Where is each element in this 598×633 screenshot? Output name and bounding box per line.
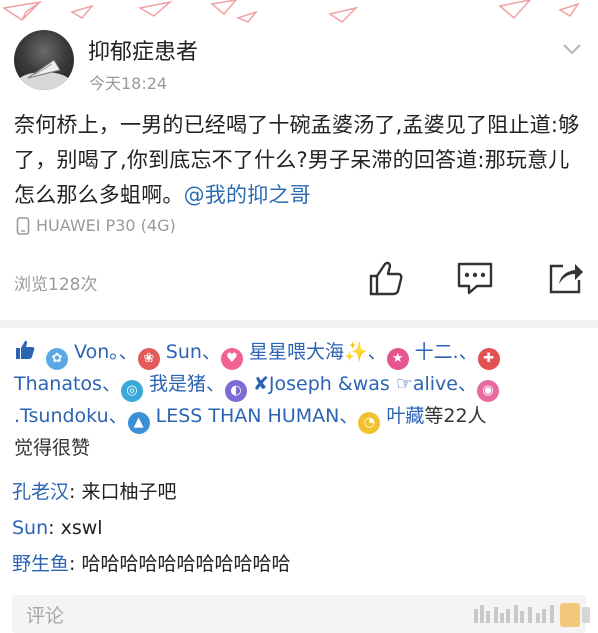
post-content: 奈何桥上，一男的已经喝了十碗孟婆汤了,孟婆见了阻止道:够了，别喝了,你到底忘不了… [14,108,580,213]
section-divider [0,320,598,328]
share-icon[interactable] [545,258,585,298]
separator: 、 [458,341,478,363]
post-timestamp: 今天18:24 [89,74,168,93]
avatar[interactable] [14,30,74,90]
liker-name[interactable]: LESS THAN HUMAN [156,405,340,427]
like-count[interactable]: 等22人 [424,405,486,427]
liker-item[interactable]: ✿ Von。 [46,341,119,370]
comment-author[interactable]: 野生鱼 [12,553,69,575]
separator: 、 [339,405,359,427]
liker-name[interactable]: Thanatos [14,373,102,395]
mention-link[interactable]: @我的抑之哥 [184,183,311,207]
pacman-icon: ◔ [358,412,381,434]
liker-name[interactable]: 十二. [415,341,459,363]
thumbs-up-icon [16,340,35,359]
rocket-icon: ▲ [127,412,150,434]
eye-mask-icon: ◐ [225,380,247,402]
liker-item[interactable]: ◎ 我是猪 [120,373,206,402]
liker-item[interactable]: ★ 十二. [386,341,459,370]
device-info: HUAWEI P30 (4G) [16,216,176,235]
star-icon: ★ [386,348,409,370]
separator: 、 [205,373,225,395]
lollipop-icon: ◉ [477,380,499,402]
comment-text: : 哈哈哈哈哈哈哈哈哈哈哈 [69,553,291,575]
liker-name[interactable]: Von。 [74,341,119,363]
sparkle-icon: ✨ [343,341,368,363]
comment-placeholder: 评论 [26,605,65,627]
ring-icon: ◎ [120,380,143,402]
liker-name[interactable]: 叶藏 [386,405,424,427]
liker-name[interactable]: .Tsundoku [14,405,109,427]
comment-list: 孔老汉: 来口柚子吧 Sun: xswl 野生鱼: 哈哈哈哈哈哈哈哈哈哈哈 [12,474,588,582]
comment-text: : 来口柚子吧 [69,481,177,503]
separator: 、 [101,373,121,395]
paper-plane-decoration [2,0,580,23]
comment-author[interactable]: Sun [12,517,48,539]
liker-item[interactable]: ◐ ✘Joseph &was ☞alive [225,373,458,402]
flower-icon: ❀ [137,348,160,370]
heart-icon: ♥ [220,348,243,370]
gear-flower-icon: ✿ [46,348,69,370]
separator: 、 [367,341,387,363]
comment-author[interactable]: 孔老汉 [12,481,69,503]
like-caption: 觉得很赞 [14,437,91,459]
liker-name[interactable]: ✘Joseph &was ☞alive [253,373,458,395]
liker-name[interactable]: 我是猪 [149,373,206,395]
liker-item[interactable]: ❀ Sun [137,341,202,370]
username[interactable]: 抑郁症患者 [88,34,198,66]
likes-list: ✿ Von。、 ❀ Sun、 ♥ 星星喂大海✨、 ★ 十二.、 ✚Thanatos、 ◎ 我是猪、 ◐… [14,338,588,463]
comment-item[interactable]: 孔老汉: 来口柚子吧 [12,474,588,510]
comment-item[interactable]: Sun: xswl [12,510,588,546]
phone-icon [16,216,30,235]
separator: 、 [201,341,221,363]
chevron-down-icon[interactable] [562,42,582,56]
view-count: 浏览128次 [14,275,98,295]
shield-icon: ✚ [477,348,500,370]
comment-text: : xswl [48,517,103,539]
separator: 、 [118,341,138,363]
liker-name[interactable]: 星星喂大海 [249,341,344,363]
liker-item[interactable]: ◔ 叶藏 [358,405,424,434]
separator: 、 [457,373,477,395]
like-thumb-icon[interactable] [365,258,405,298]
liker-name[interactable]: Sun [166,341,202,363]
comment-item[interactable]: 野生鱼: 哈哈哈哈哈哈哈哈哈哈哈 [12,546,588,582]
device-label: HUAWEI P30 (4G) [36,216,176,235]
comment-bubble-icon[interactable] [455,258,495,298]
post-header: 抑郁症患者 今天18:24 [14,30,584,94]
separator: 、 [108,405,128,427]
liker-item[interactable]: ▲ LESS THAN HUMAN [127,405,340,434]
liker-item[interactable]: ♥ 星星喂大海✨ [220,341,368,370]
watermark-logo [474,603,590,627]
